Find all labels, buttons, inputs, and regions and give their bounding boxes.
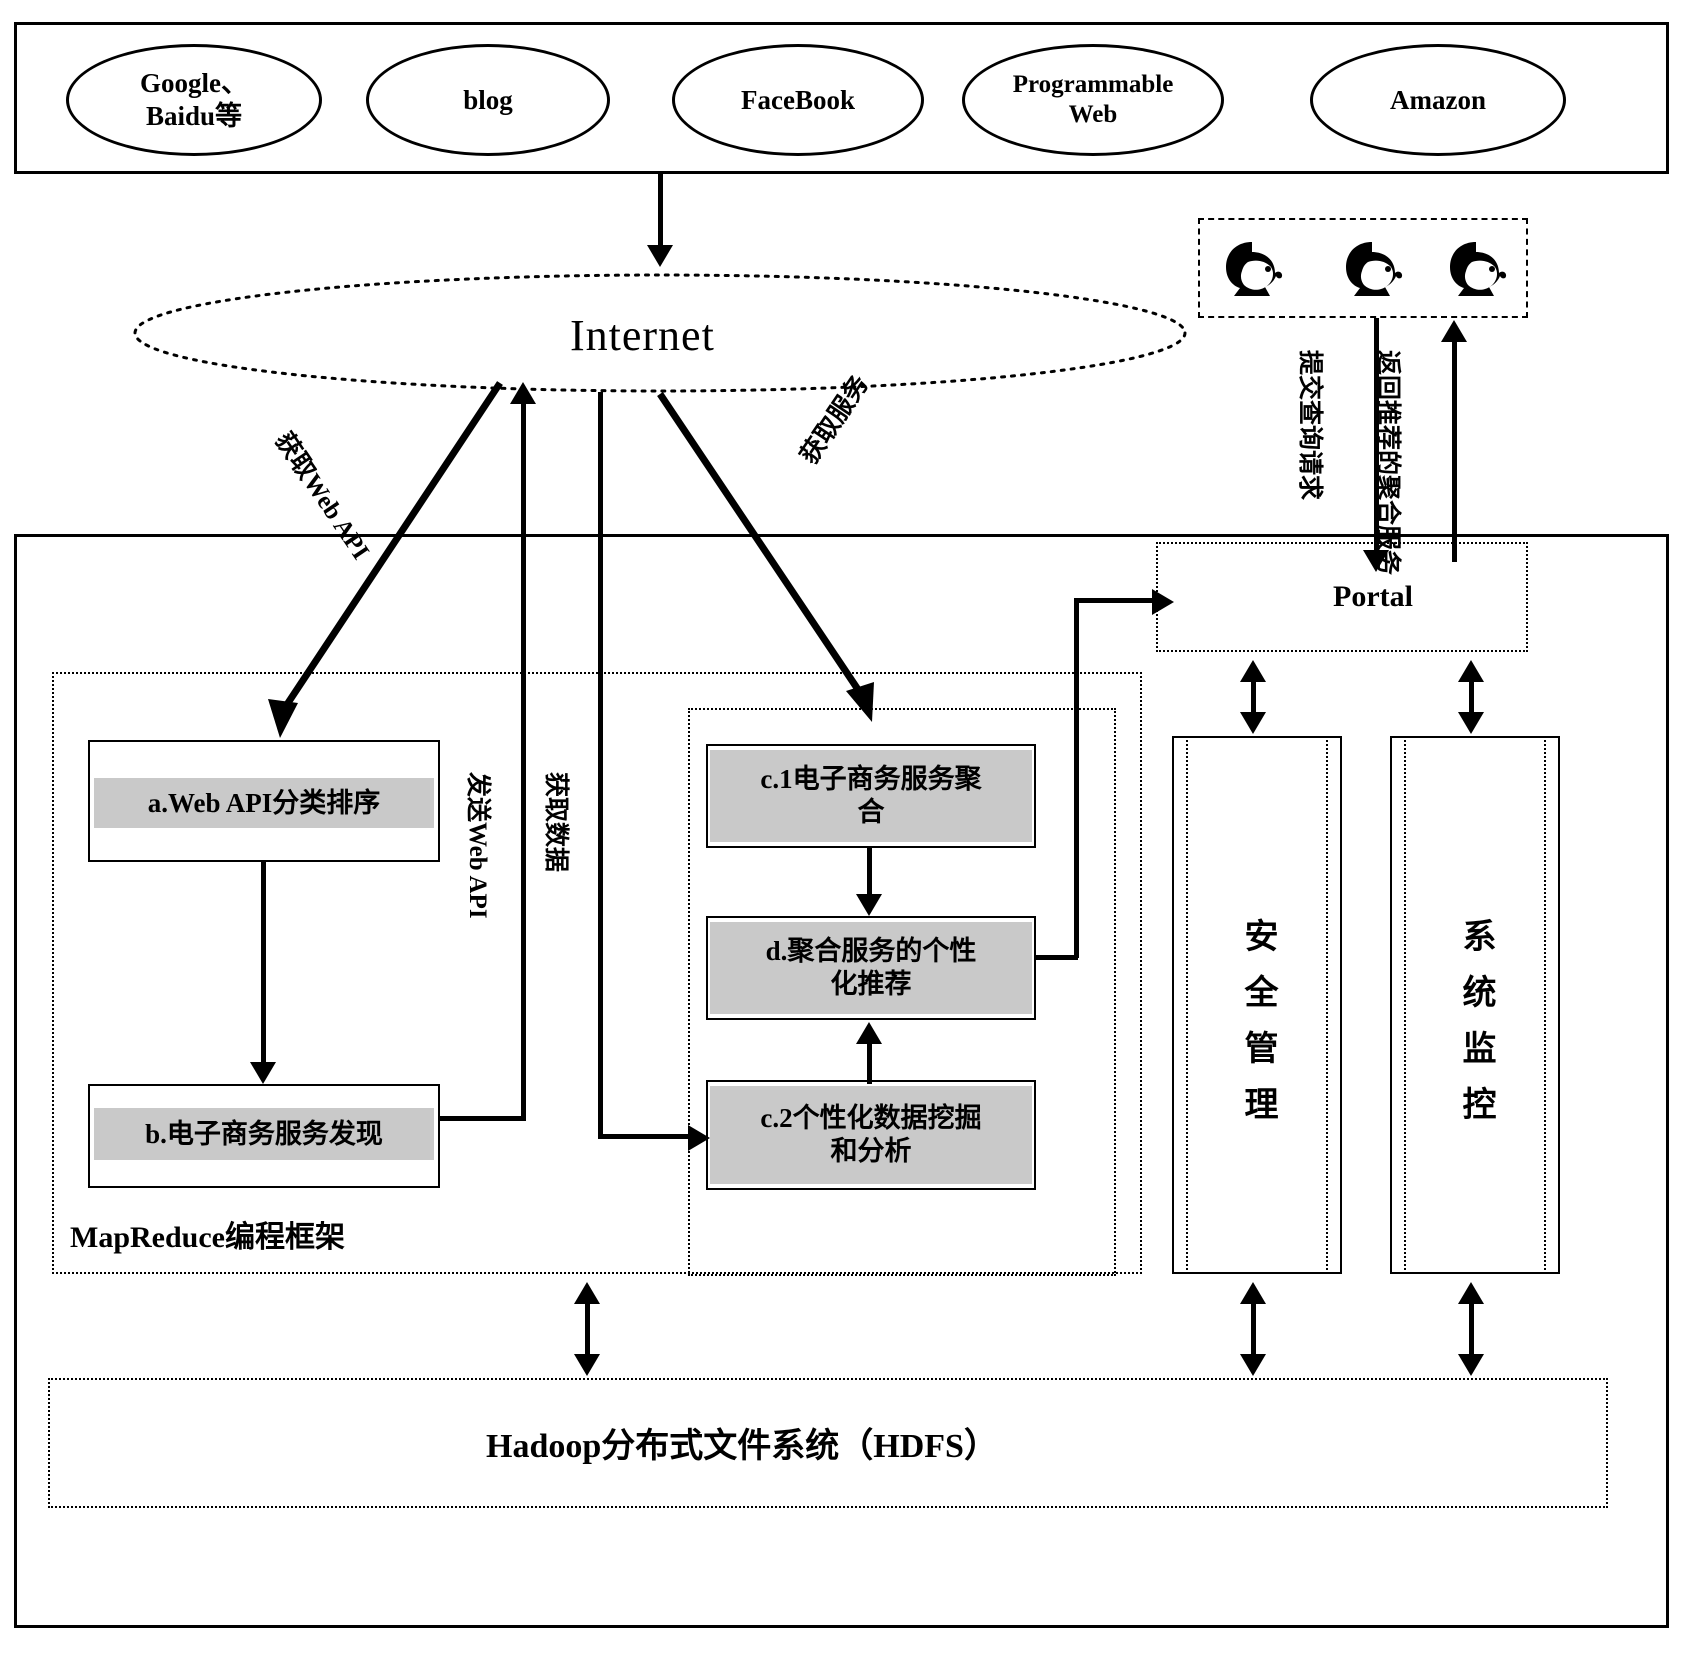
arrow-monitoring-hdfs-line: [1469, 1300, 1474, 1356]
source-label-blog: blog: [463, 84, 513, 115]
source-node-amazon[interactable]: Amazon: [1310, 44, 1566, 156]
arrow-a-to-b-head: [250, 1062, 276, 1084]
arrow-portal-security-line: [1251, 678, 1256, 714]
source-label-facebook: FaceBook: [741, 84, 855, 115]
user-head-icon: [1338, 238, 1410, 304]
arrow-send-web-api-head: [510, 382, 536, 404]
arrow-a-to-b-line: [261, 862, 266, 1066]
arrow-c2-to-d-head: [856, 1022, 882, 1044]
mapreduce-label: MapReduce编程框架: [70, 1221, 345, 1254]
arrow-c1-to-d-line: [867, 848, 872, 898]
module-c2-label: c.2个性化数据挖掘 和分析: [710, 1086, 1032, 1184]
arrow-c1-to-d-head: [856, 894, 882, 916]
arrow-d-to-portal-seg3: [1074, 598, 1154, 603]
arrow-security-hdfs-line: [1251, 1300, 1256, 1356]
edge-label-submit-query: 提交查询请求: [1296, 350, 1323, 501]
source-label-programmableweb: Programmable Web: [1012, 70, 1174, 129]
module-c1-label: c.1电子商务服务聚合: [710, 750, 1032, 842]
arrow-c2-to-d-line: [867, 1042, 872, 1084]
module-a-label: a.Web API分类排序: [94, 778, 434, 828]
arrow-d-to-portal-seg1: [1036, 955, 1078, 960]
side-panel-monitoring-label: 系统监控: [1457, 918, 1494, 1142]
arrow-mapreduce-hdfs-line: [585, 1300, 590, 1356]
module-b-label: b.电子商务服务发现: [94, 1108, 434, 1160]
side-panel-security-label: 安全管理: [1239, 918, 1276, 1142]
arrow-sources-to-internet-line: [658, 174, 663, 248]
internet-label: Internet: [570, 311, 715, 360]
source-node-blog[interactable]: blog: [366, 44, 610, 156]
user-head-icon: [1442, 238, 1514, 304]
arrow-sources-to-internet-head: [647, 245, 673, 267]
arrow-return-recommendation-head: [1441, 320, 1467, 342]
arrow-portal-security-head-down: [1240, 712, 1266, 734]
user-head-icon: [1218, 238, 1290, 304]
portal-label: Portal: [1333, 580, 1413, 613]
source-node-google[interactable]: Google、 Baidu等: [66, 44, 322, 156]
source-node-programmableweb[interactable]: Programmable Web: [962, 44, 1224, 156]
arrow-mapreduce-hdfs-head-down: [574, 1354, 600, 1376]
arrow-security-hdfs-head-down: [1240, 1354, 1266, 1376]
module-d-label: d.聚合服务的个性 化推荐: [710, 922, 1032, 1014]
hdfs-label: Hadoop分布式文件系统（HDFS）: [486, 1428, 998, 1465]
arrow-monitoring-hdfs-head-down: [1458, 1354, 1484, 1376]
arrow-return-recommendation-line: [1452, 338, 1457, 562]
arrow-portal-monitoring-head-down: [1458, 712, 1484, 734]
source-node-facebook[interactable]: FaceBook: [672, 44, 924, 156]
source-label-google: Google、 Baidu等: [140, 68, 248, 131]
source-label-amazon: Amazon: [1390, 84, 1486, 115]
arrow-d-to-portal-seg2: [1074, 598, 1079, 958]
architecture-diagram: Google、 Baidu等 blog FaceBook Programmable…: [0, 0, 1683, 1656]
arrow-portal-monitoring-line: [1469, 678, 1474, 714]
